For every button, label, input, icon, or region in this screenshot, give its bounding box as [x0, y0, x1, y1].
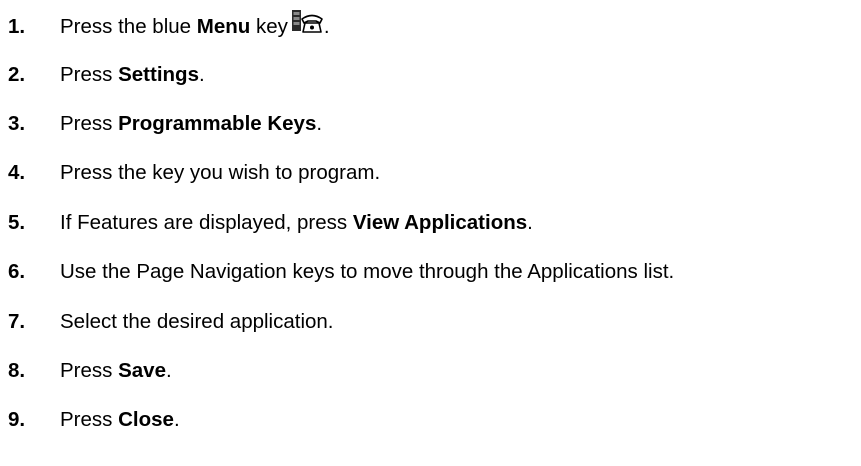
step-text-after: .: [166, 359, 172, 382]
step-3: 3. Press Programmable Keys.: [8, 109, 322, 139]
step-text: Press: [60, 408, 119, 431]
step-number: 8.: [8, 359, 26, 382]
step-6: 6. Use the Page Navigation keys to move t…: [8, 257, 674, 287]
step-text-after: .: [527, 211, 533, 234]
step-number: 4.: [8, 161, 26, 184]
step-text: Use the Page Navigation keys to move thr…: [60, 260, 675, 283]
step-text-after: .: [198, 63, 205, 86]
step-text-trail: .: [323, 15, 330, 38]
step-5: 5. If Features are displayed, press View …: [8, 208, 533, 238]
step-2: 2. Press Settings.: [8, 60, 205, 90]
step-number: 9.: [8, 408, 26, 431]
step-emphasis: Menu: [196, 15, 251, 38]
step-emphasis: Close: [118, 408, 174, 431]
step-text: Press the blue: [60, 15, 197, 38]
step-number: 5.: [8, 211, 26, 234]
step-text: If Features are displayed, press: [60, 211, 353, 234]
instruction-steps: 1. Press the blue Menu key . 2. Press Sett…: [0, 0, 861, 466]
step-emphasis: Save: [118, 359, 166, 382]
step-number: 3.: [8, 112, 26, 135]
step-7: 7. Select the desired application.: [8, 307, 334, 337]
step-number: 1.: [8, 15, 26, 38]
menu-key-icon: [291, 9, 324, 39]
step-emphasis: Settings: [118, 63, 199, 86]
step-text-after: .: [173, 408, 180, 431]
step-4: 4. Press the key you wish to program.: [8, 158, 380, 188]
step-emphasis: View Applications: [352, 211, 528, 234]
step-1: 1. Press the blue Menu key .: [8, 9, 330, 39]
step-9: 9. Press Close.: [8, 405, 180, 435]
step-text: Press: [60, 63, 119, 86]
step-number: 2.: [8, 63, 26, 86]
step-text: Press the key you wish to program.: [60, 161, 381, 184]
step-number: 7.: [8, 310, 26, 333]
step-text-after: key: [250, 15, 288, 38]
step-text: Select the desired application.: [60, 310, 334, 333]
step-emphasis: Programmable Keys: [118, 112, 317, 135]
step-8: 8. Press Save.: [8, 356, 172, 386]
step-text: Press: [60, 112, 119, 135]
step-number: 6.: [8, 260, 26, 283]
step-text-after: .: [316, 112, 323, 135]
step-text: Press: [60, 359, 119, 382]
